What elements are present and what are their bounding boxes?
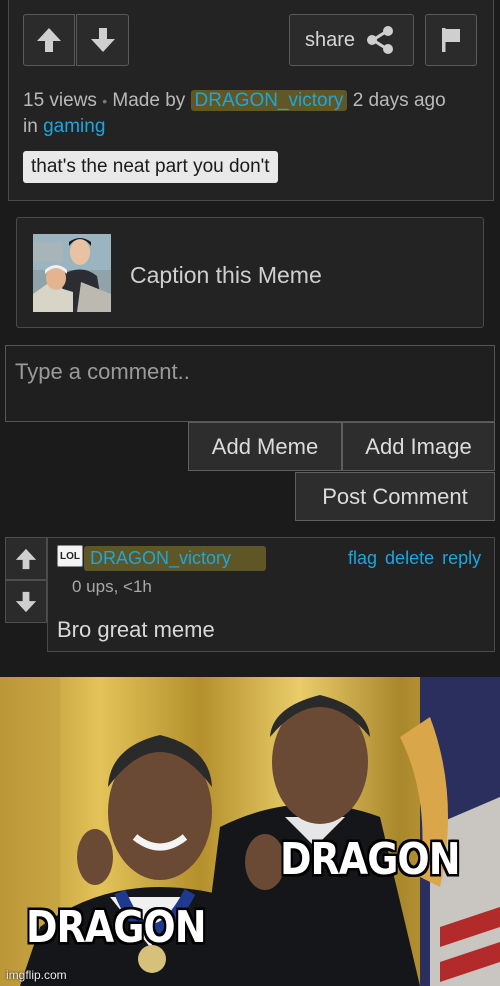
flag-link[interactable]: flag [348,548,377,568]
add-image-button[interactable]: Add Image [342,422,495,471]
post-meta: 15 views • Made by DRAGON_victory 2 days… [23,88,483,139]
comment-actions: flag delete reply [348,548,488,569]
lol-badge-icon: LOL [57,545,83,567]
meme-caption-bottom: DRAGON [26,901,207,953]
meta-separator: • [102,93,108,109]
imgflip-watermark: imgflip.com [6,968,67,982]
share-label: share [305,28,356,51]
arrow-up-icon [37,28,61,52]
commenter-username[interactable]: DRAGON_victory [84,546,266,571]
upvote-button[interactable] [23,14,75,66]
share-button[interactable]: share [289,14,414,66]
comment-stats: 0 ups, <1h [72,577,152,596]
arrow-down-icon [90,28,115,52]
post-time: 2 days ago [352,90,446,111]
made-by-label: Made by [112,90,186,111]
stream-link[interactable]: gaming [43,116,105,137]
downvote-button[interactable] [76,14,129,66]
comment-text: Bro great meme [57,617,215,642]
comment-upvote-button[interactable] [5,537,47,580]
add-meme-button[interactable]: Add Meme [188,422,342,471]
author-link[interactable]: DRAGON_victory [190,90,348,111]
flag-button[interactable] [425,14,477,66]
flag-icon [442,28,460,52]
delete-link[interactable]: delete [385,548,434,568]
arrow-up-icon [15,548,37,569]
view-count: 15 views [23,90,97,111]
post-tag[interactable]: that's the neat part you don't [23,151,278,183]
arrow-down-icon [15,591,37,612]
caption-label[interactable]: Caption this Meme [130,262,322,289]
post-comment-button[interactable]: Post Comment [295,472,495,521]
meme-image: DRAGON DRAGON imgflip.com [0,677,500,986]
share-icon [367,26,394,54]
reply-link[interactable]: reply [442,548,481,568]
meme-caption-top: DRAGON [280,833,461,885]
comment-downvote-button[interactable] [5,580,47,623]
in-label: in [23,116,38,137]
comment-placeholder: Type a comment.. [15,359,190,384]
meme-thumbnail[interactable] [33,234,111,312]
